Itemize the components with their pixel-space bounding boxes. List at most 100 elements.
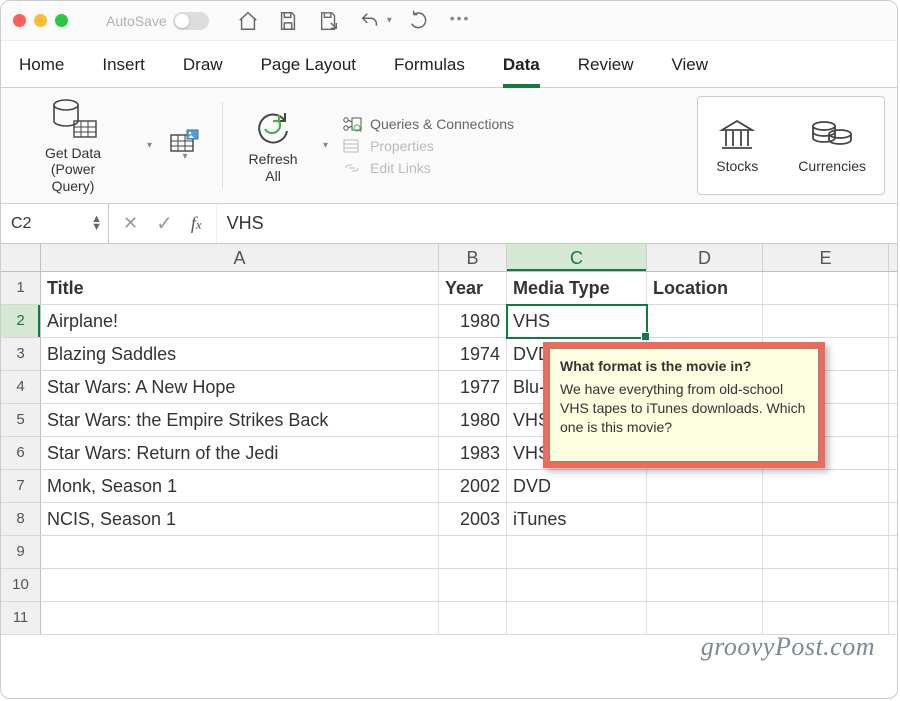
- cell[interactable]: [763, 569, 889, 601]
- fx-icon[interactable]: fx: [191, 213, 202, 234]
- cell[interactable]: [647, 569, 763, 601]
- cell-selected[interactable]: VHS: [507, 305, 647, 337]
- col-header-c[interactable]: C: [507, 244, 647, 271]
- cell[interactable]: [763, 602, 889, 634]
- cell[interactable]: DVD: [507, 470, 647, 502]
- cell[interactable]: Blazing Saddles: [41, 338, 439, 370]
- get-data-button[interactable]: Get Data (Power Query): [13, 96, 133, 195]
- row-header[interactable]: 10: [1, 569, 41, 601]
- row-header[interactable]: 8: [1, 503, 41, 535]
- cell[interactable]: [507, 602, 647, 634]
- queries-connections-button[interactable]: Queries & Connections: [342, 116, 514, 132]
- spreadsheet-grid[interactable]: A B C D E 1 Title Year Media Type Locati…: [1, 244, 897, 635]
- save-icon[interactable]: [277, 10, 299, 32]
- col-header-d[interactable]: D: [647, 244, 763, 271]
- cell[interactable]: [439, 569, 507, 601]
- cell[interactable]: [647, 470, 763, 502]
- row-header[interactable]: 4: [1, 371, 41, 403]
- refresh-all-button[interactable]: Refresh All: [237, 96, 309, 195]
- currencies-button[interactable]: Currencies: [798, 118, 866, 174]
- autosave-toggle[interactable]: [173, 12, 209, 30]
- refresh-dropdown-icon[interactable]: ▾: [323, 140, 328, 151]
- home-icon[interactable]: [237, 10, 259, 32]
- formula-input[interactable]: VHS: [217, 204, 897, 243]
- cell[interactable]: Year: [439, 272, 507, 304]
- cell[interactable]: Title: [41, 272, 439, 304]
- cell[interactable]: [763, 305, 889, 337]
- cell[interactable]: [647, 536, 763, 568]
- database-icon: [48, 97, 98, 141]
- row-header[interactable]: 2: [1, 305, 41, 337]
- cell[interactable]: 1980: [439, 404, 507, 436]
- cell[interactable]: [647, 503, 763, 535]
- cell[interactable]: 2003: [439, 503, 507, 535]
- zoom-icon[interactable]: [55, 14, 68, 27]
- tab-view[interactable]: View: [672, 55, 709, 87]
- cell[interactable]: [439, 602, 507, 634]
- tab-home[interactable]: Home: [19, 55, 64, 87]
- col-header-b[interactable]: B: [439, 244, 507, 271]
- connections-icon: [342, 116, 362, 132]
- tab-draw[interactable]: Draw: [183, 55, 223, 87]
- cell[interactable]: Star Wars: A New Hope: [41, 371, 439, 403]
- cell[interactable]: Star Wars: Return of the Jedi: [41, 437, 439, 469]
- cell[interactable]: 1983: [439, 437, 507, 469]
- row-header[interactable]: 3: [1, 338, 41, 370]
- cell[interactable]: [763, 536, 889, 568]
- cell[interactable]: NCIS, Season 1: [41, 503, 439, 535]
- cell[interactable]: iTunes: [507, 503, 647, 535]
- cell[interactable]: 1980: [439, 305, 507, 337]
- cell[interactable]: 2002: [439, 470, 507, 502]
- col-header-e[interactable]: E: [763, 244, 889, 271]
- row-header[interactable]: 11: [1, 602, 41, 634]
- cell[interactable]: Location: [647, 272, 763, 304]
- save-as-icon[interactable]: [317, 10, 341, 32]
- autosave-label: AutoSave: [106, 13, 167, 29]
- get-data-dropdown-icon[interactable]: ▾: [147, 140, 152, 151]
- cell[interactable]: [41, 602, 439, 634]
- row-header[interactable]: 9: [1, 536, 41, 568]
- cell[interactable]: [647, 305, 763, 337]
- ribbon-tabs: Home Insert Draw Page Layout Formulas Da…: [1, 41, 897, 88]
- tab-data[interactable]: Data: [503, 55, 540, 87]
- cell[interactable]: 1977: [439, 371, 507, 403]
- cell[interactable]: [763, 272, 889, 304]
- cell[interactable]: [647, 602, 763, 634]
- tab-formulas[interactable]: Formulas: [394, 55, 465, 87]
- name-box[interactable]: C2 ▲▼: [1, 204, 109, 243]
- cell[interactable]: [507, 569, 647, 601]
- cancel-icon[interactable]: ✕: [123, 213, 138, 234]
- properties-button: Properties: [342, 138, 514, 154]
- data-types-gallery[interactable]: Stocks Currencies: [697, 96, 885, 195]
- select-all-corner[interactable]: [1, 244, 41, 271]
- tab-page-layout[interactable]: Page Layout: [261, 55, 356, 87]
- redo-icon[interactable]: [410, 10, 432, 32]
- undo-dropdown-icon[interactable]: ▾: [387, 15, 392, 26]
- minimize-icon[interactable]: [34, 14, 47, 27]
- col-header-a[interactable]: A: [41, 244, 439, 271]
- row-header[interactable]: 5: [1, 404, 41, 436]
- cell[interactable]: [439, 536, 507, 568]
- cell[interactable]: Star Wars: the Empire Strikes Back: [41, 404, 439, 436]
- cell[interactable]: Airplane!: [41, 305, 439, 337]
- tab-review[interactable]: Review: [578, 55, 634, 87]
- row-header[interactable]: 7: [1, 470, 41, 502]
- cell[interactable]: [41, 536, 439, 568]
- tab-insert[interactable]: Insert: [102, 55, 145, 87]
- row-header[interactable]: 1: [1, 272, 41, 304]
- from-picture-button[interactable]: ▾: [162, 96, 208, 195]
- more-icon[interactable]: •••: [450, 10, 471, 32]
- cell[interactable]: 1974: [439, 338, 507, 370]
- row-header[interactable]: 6: [1, 437, 41, 469]
- namebox-stepper-icon[interactable]: ▲▼: [91, 216, 102, 231]
- cell[interactable]: Media Type: [507, 272, 647, 304]
- enter-icon[interactable]: ✓: [156, 211, 173, 236]
- cell[interactable]: [507, 536, 647, 568]
- close-icon[interactable]: [13, 14, 26, 27]
- cell[interactable]: [763, 503, 889, 535]
- cell[interactable]: [763, 470, 889, 502]
- stocks-button[interactable]: Stocks: [716, 118, 758, 174]
- cell[interactable]: [41, 569, 439, 601]
- undo-icon[interactable]: [359, 10, 381, 32]
- cell[interactable]: Monk, Season 1: [41, 470, 439, 502]
